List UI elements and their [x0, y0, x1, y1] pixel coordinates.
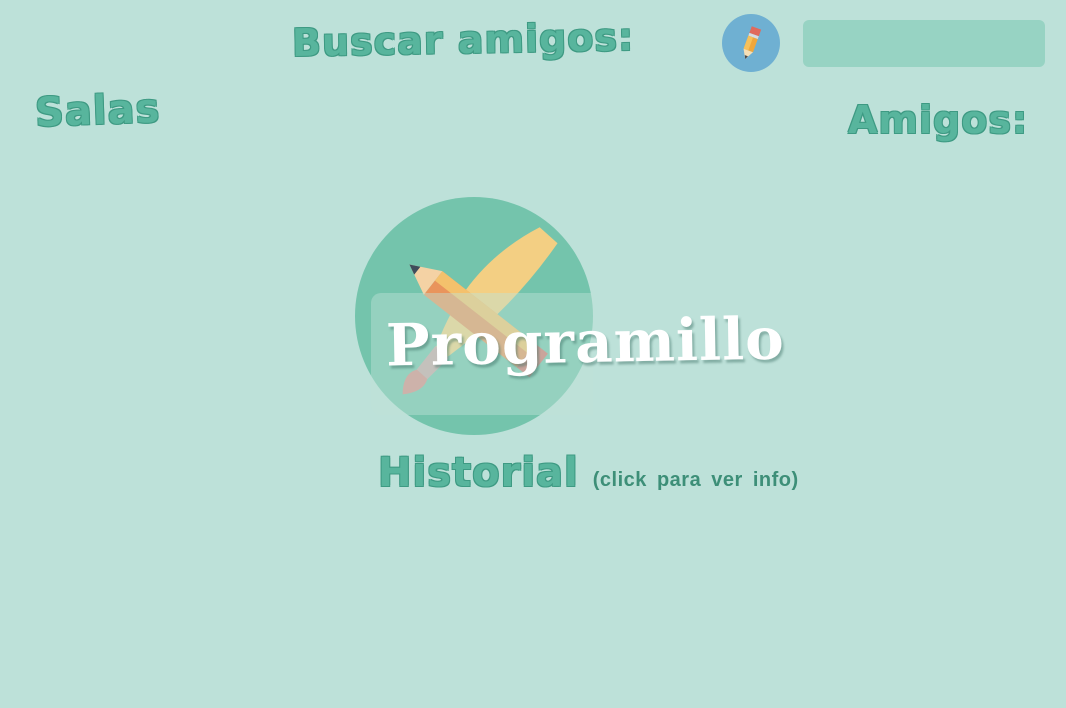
rooms-title: Salas	[34, 85, 162, 137]
friends-title: Amigos:	[848, 98, 1029, 142]
edit-profile-button[interactable]	[722, 14, 780, 72]
search-friends-input[interactable]	[803, 20, 1045, 67]
main-page: Buscar amigos: Salas Amigos: Programillo…	[0, 0, 1066, 708]
pencil-icon	[743, 26, 762, 59]
history-section: Historial (click para ver info)	[378, 450, 799, 496]
history-hint: (click para ver info)	[592, 469, 799, 491]
brand-name: Programillo	[385, 304, 786, 380]
history-title[interactable]: Historial	[378, 450, 579, 496]
search-friends-title: Buscar amigos:	[291, 15, 635, 65]
